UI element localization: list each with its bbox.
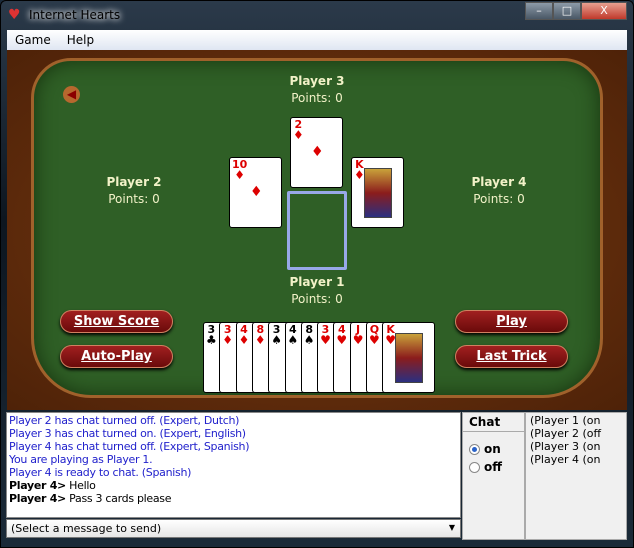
player-1-card-slot[interactable] xyxy=(287,191,347,270)
trick-card[interactable]: 2 ♦ ♦ xyxy=(290,117,343,188)
player-1-label: Player 1 Points: 0 xyxy=(289,275,345,306)
king-face-image xyxy=(395,333,424,383)
chat-line: Player 4 has chat turned off. (Expert, S… xyxy=(9,440,250,453)
close-button[interactable]: X xyxy=(581,2,627,20)
game-table: ◀ Player 3 Points: 0 Player 2 Points: 0 Pl… xyxy=(7,50,627,410)
pip-icon: ♦ xyxy=(250,184,263,200)
chat-line: Player 4> Hello xyxy=(9,479,96,492)
hearts-app-icon: ♥ xyxy=(8,7,21,23)
chat-line: Player 4 is ready to chat. (Spanish) xyxy=(9,466,192,479)
player-list: (Player 1 (on (Player 2 (off (Player 3 (on… xyxy=(525,412,627,540)
trick-card[interactable]: 10 ♦ ♦ xyxy=(229,157,282,228)
player-3-label: Player 3 Points: 0 xyxy=(289,74,345,105)
last-trick-button[interactable]: Last Trick xyxy=(455,345,568,368)
minimize-button[interactable]: – xyxy=(525,2,553,20)
player-list-item: (Player 2 (off xyxy=(530,427,602,440)
show-score-button[interactable]: Show Score xyxy=(60,310,173,333)
chat-off-radio[interactable]: off xyxy=(463,456,524,474)
auto-play-button[interactable]: Auto-Play xyxy=(60,345,173,368)
player-list-item: (Player 1 (on xyxy=(530,414,601,427)
player-4-label: Player 4 Points: 0 xyxy=(471,175,527,206)
player-2-label: Player 2 Points: 0 xyxy=(106,175,162,206)
chat-header: Chat xyxy=(463,413,524,432)
chat-log: Player 2 has chat turned off. (Expert, D… xyxy=(6,412,461,518)
chat-line: You are playing as Player 1. xyxy=(9,453,153,466)
radio-icon xyxy=(469,461,480,473)
window-title: Internet Hearts xyxy=(29,8,121,22)
message-select[interactable]: (Select a message to send) ▼ xyxy=(6,519,461,538)
menu-bar: Game Help xyxy=(7,30,627,50)
chat-toggle-panel: Chat on off xyxy=(462,412,525,540)
player-list-item: (Player 3 (on xyxy=(530,440,601,453)
king-face-image xyxy=(364,168,392,218)
player-list-item: (Player 4 (on xyxy=(530,453,601,466)
message-select-value: (Select a message to send) xyxy=(11,522,162,535)
chat-line: Player 3 has chat turned on. (Expert, En… xyxy=(9,427,246,440)
menu-game[interactable]: Game xyxy=(7,30,59,50)
chevron-down-icon: ▼ xyxy=(448,523,455,532)
hand-card[interactable]: K ♥ xyxy=(382,322,436,393)
maximize-button[interactable]: □ xyxy=(553,2,581,20)
pip-icon: ♦ xyxy=(311,144,324,160)
play-button[interactable]: Play xyxy=(455,310,568,333)
radio-selected-icon xyxy=(469,443,480,455)
chat-on-radio[interactable]: on xyxy=(463,438,524,456)
back-arrow-icon[interactable]: ◀ xyxy=(63,86,80,103)
trick-card[interactable]: K ♦ xyxy=(351,157,404,228)
chat-line: Player 2 has chat turned off. (Expert, D… xyxy=(9,414,240,427)
menu-help[interactable]: Help xyxy=(59,30,102,50)
chat-line: Player 4> Pass 3 cards please xyxy=(9,492,172,505)
